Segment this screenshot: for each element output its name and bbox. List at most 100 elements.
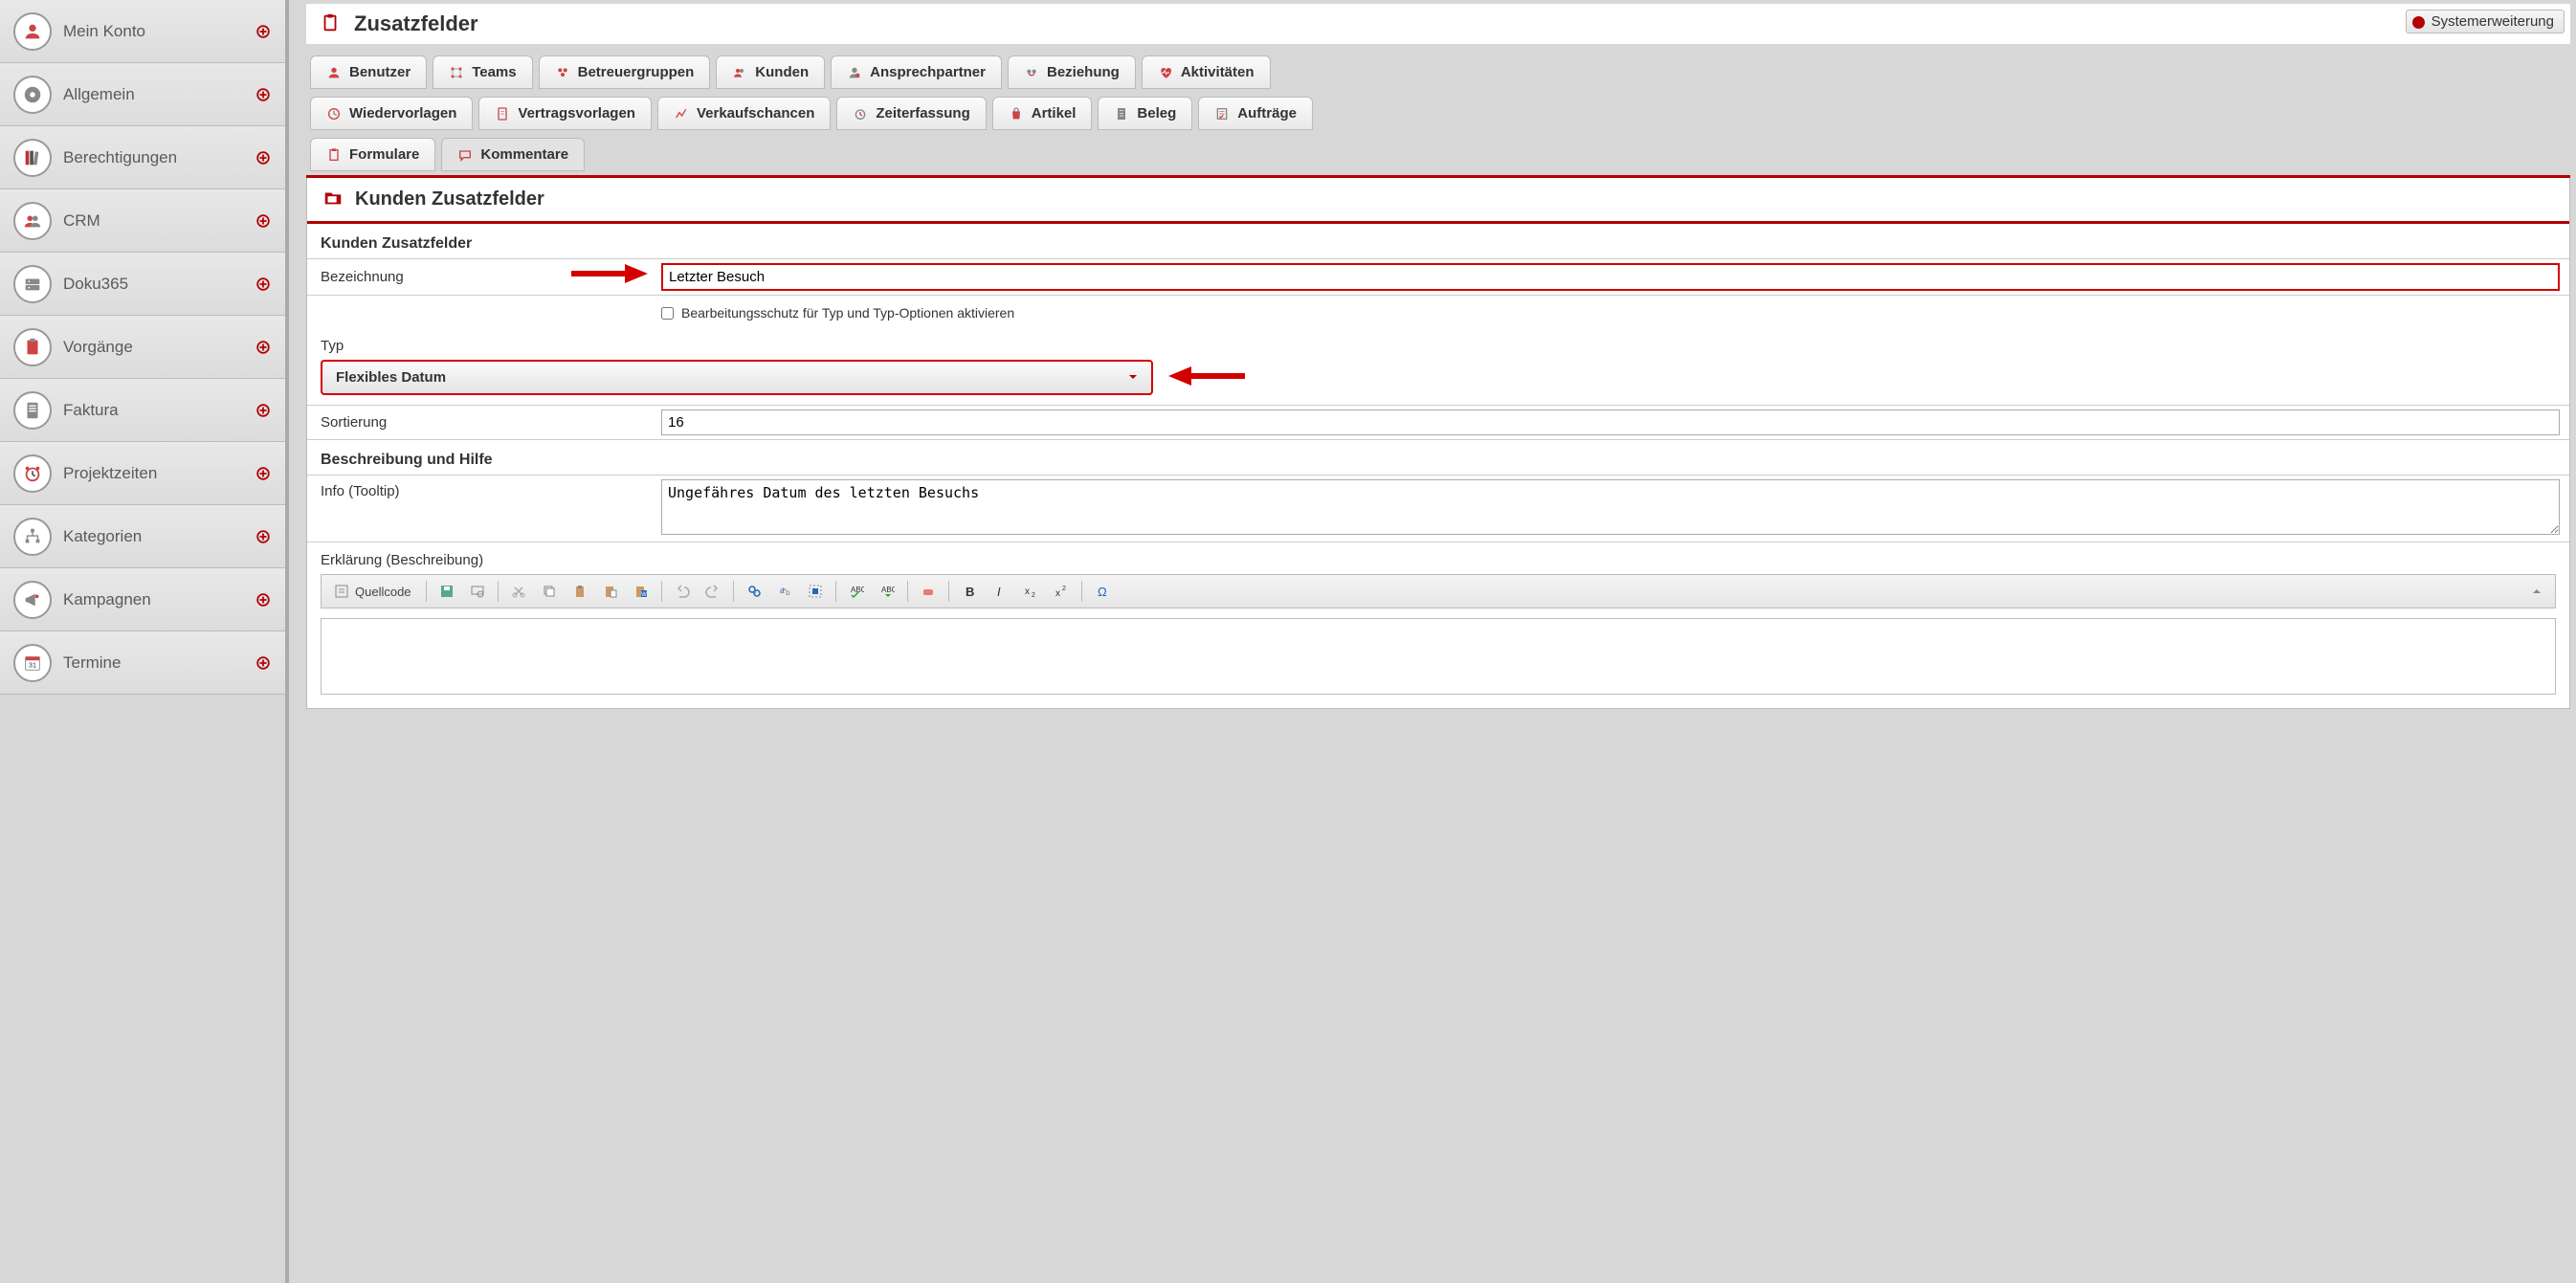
undo-button[interactable]	[668, 579, 697, 604]
save-button[interactable]	[433, 579, 461, 604]
systemerweiterung-badge[interactable]: Systemerweiterung	[2406, 10, 2565, 33]
tab-teams[interactable]: Teams	[433, 55, 532, 89]
books-icon	[13, 139, 52, 177]
heart-pulse-icon	[1158, 65, 1173, 80]
disc-icon	[13, 76, 52, 114]
tab-container: Benutzer Teams Betreuergruppen Kunden An…	[306, 52, 2570, 178]
tab-artikel[interactable]: Artikel	[992, 97, 1093, 130]
tab-beziehung[interactable]: Beziehung	[1008, 55, 1136, 89]
team-icon	[449, 65, 464, 80]
tab-auftraege[interactable]: Aufträge	[1198, 97, 1313, 130]
sidebar-item-berechtigungen[interactable]: Berechtigungen	[0, 126, 285, 189]
expand-icon	[255, 149, 272, 166]
sidebar-item-faktura[interactable]: Faktura	[0, 379, 285, 442]
row-bezeichnung: Bezeichnung	[307, 259, 2569, 296]
selectall-button[interactable]	[801, 579, 830, 604]
expand-icon	[255, 465, 272, 482]
copy-button[interactable]	[535, 579, 564, 604]
quellcode-button[interactable]: Quellcode	[325, 579, 420, 604]
tab-betreuergruppen[interactable]: Betreuergruppen	[539, 55, 711, 89]
tab-label: Formulare	[349, 146, 419, 163]
tab-label: Verkaufschancen	[697, 105, 814, 122]
tab-kunden[interactable]: Kunden	[716, 55, 825, 89]
toolbar-separator	[733, 581, 734, 602]
tab-benutzer[interactable]: Benutzer	[310, 55, 427, 89]
clipboard-icon	[320, 12, 341, 36]
tab-label: Artikel	[1032, 105, 1077, 122]
editor-canvas[interactable]	[321, 618, 2556, 695]
tab-label: Teams	[472, 64, 516, 80]
bag-icon	[1009, 106, 1024, 122]
spellcheck-as-type-button[interactable]: ABC	[873, 579, 901, 604]
tab-label: Betreuergruppen	[578, 64, 695, 80]
tab-vertragsvorlagen[interactable]: Vertragsvorlagen	[478, 97, 652, 130]
svg-text:x: x	[1055, 588, 1060, 599]
sidebar-item-label: Projektzeiten	[63, 464, 255, 483]
sidebar-item-label: CRM	[63, 211, 255, 231]
annotation-arrow-icon	[1166, 364, 1247, 391]
expand-icon	[255, 23, 272, 40]
sidebar: Mein Konto Allgemein Berechtigungen CRM …	[0, 0, 289, 1283]
tab-aktivitaeten[interactable]: Aktivitäten	[1142, 55, 1271, 89]
info-textarea[interactable]	[661, 479, 2560, 535]
preview-button[interactable]	[463, 579, 492, 604]
tab-kommentare[interactable]: Kommentare	[441, 138, 585, 171]
sidebar-item-mein-konto[interactable]: Mein Konto	[0, 0, 285, 63]
spellcheck-button[interactable]: ABC	[842, 579, 871, 604]
bearbeitungsschutz-checkbox[interactable]	[661, 307, 674, 320]
sidebar-item-termine[interactable]: 31 Termine	[0, 631, 285, 695]
page-title: Zusatzfelder	[354, 11, 478, 36]
paste-button[interactable]	[566, 579, 594, 604]
user-icon	[326, 65, 342, 80]
removeformat-button[interactable]	[914, 579, 943, 604]
form-icon	[326, 147, 342, 163]
tab-formulare[interactable]: Formulare	[310, 138, 435, 171]
clipboard-icon	[13, 328, 52, 366]
expand-icon	[255, 276, 272, 293]
tab-label: Wiedervorlagen	[349, 105, 456, 122]
replace-button[interactable]: ab	[770, 579, 799, 604]
schutz-label: Bearbeitungsschutz für Typ und Typ-Optio…	[681, 305, 1014, 321]
sidebar-item-doku365[interactable]: Doku365	[0, 253, 285, 316]
tab-row-1: Benutzer Teams Betreuergruppen Kunden An…	[306, 52, 2570, 93]
contact-icon	[847, 65, 862, 80]
sidebar-item-vorgaenge[interactable]: Vorgänge	[0, 316, 285, 379]
tab-verkaufschancen[interactable]: Verkaufschancen	[657, 97, 831, 130]
paste-text-button[interactable]	[596, 579, 625, 604]
paste-word-button[interactable]: W	[627, 579, 655, 604]
expand-icon	[255, 86, 272, 103]
subscript-button[interactable]: x2	[1016, 579, 1045, 604]
expand-icon	[255, 402, 272, 419]
sidebar-item-crm[interactable]: CRM	[0, 189, 285, 253]
specialchar-button[interactable]: Ω	[1088, 579, 1117, 604]
italic-button[interactable]: I	[986, 579, 1014, 604]
expand-icon	[255, 591, 272, 608]
cut-button[interactable]	[504, 579, 533, 604]
toolbar-separator	[948, 581, 949, 602]
tab-wiedervorlagen[interactable]: Wiedervorlagen	[310, 97, 473, 130]
typ-dropdown[interactable]: Flexibles Datum	[321, 360, 1153, 395]
sidebar-item-kategorien[interactable]: Kategorien	[0, 505, 285, 568]
find-button[interactable]	[740, 579, 768, 604]
tab-zeiterfassung[interactable]: Zeiterfassung	[836, 97, 986, 130]
sidebar-item-projektzeiten[interactable]: Projektzeiten	[0, 442, 285, 505]
sidebar-item-allgemein[interactable]: Allgemein	[0, 63, 285, 126]
panel-title: Kunden Zusatzfelder	[355, 188, 544, 210]
sortierung-input[interactable]	[661, 409, 2560, 435]
tab-ansprechpartner[interactable]: Ansprechpartner	[831, 55, 1002, 89]
row-sortierung: Sortierung	[307, 406, 2569, 440]
tab-beleg[interactable]: Beleg	[1098, 97, 1192, 130]
server-icon	[13, 265, 52, 303]
collapse-toolbar-button[interactable]	[2522, 579, 2551, 604]
sidebar-item-kampagnen[interactable]: Kampagnen	[0, 568, 285, 631]
tree-icon	[13, 518, 52, 556]
superscript-button[interactable]: x2	[1047, 579, 1076, 604]
redo-button[interactable]	[699, 579, 727, 604]
bold-button[interactable]: B	[955, 579, 984, 604]
history-icon	[326, 106, 342, 122]
bezeichnung-input[interactable]	[661, 263, 2560, 291]
calendar-icon: 31	[13, 644, 52, 682]
order-icon	[1214, 106, 1230, 122]
sidebar-item-label: Mein Konto	[63, 22, 255, 41]
main-content: Zusatzfelder Systemerweiterung Benutzer …	[289, 0, 2576, 1283]
